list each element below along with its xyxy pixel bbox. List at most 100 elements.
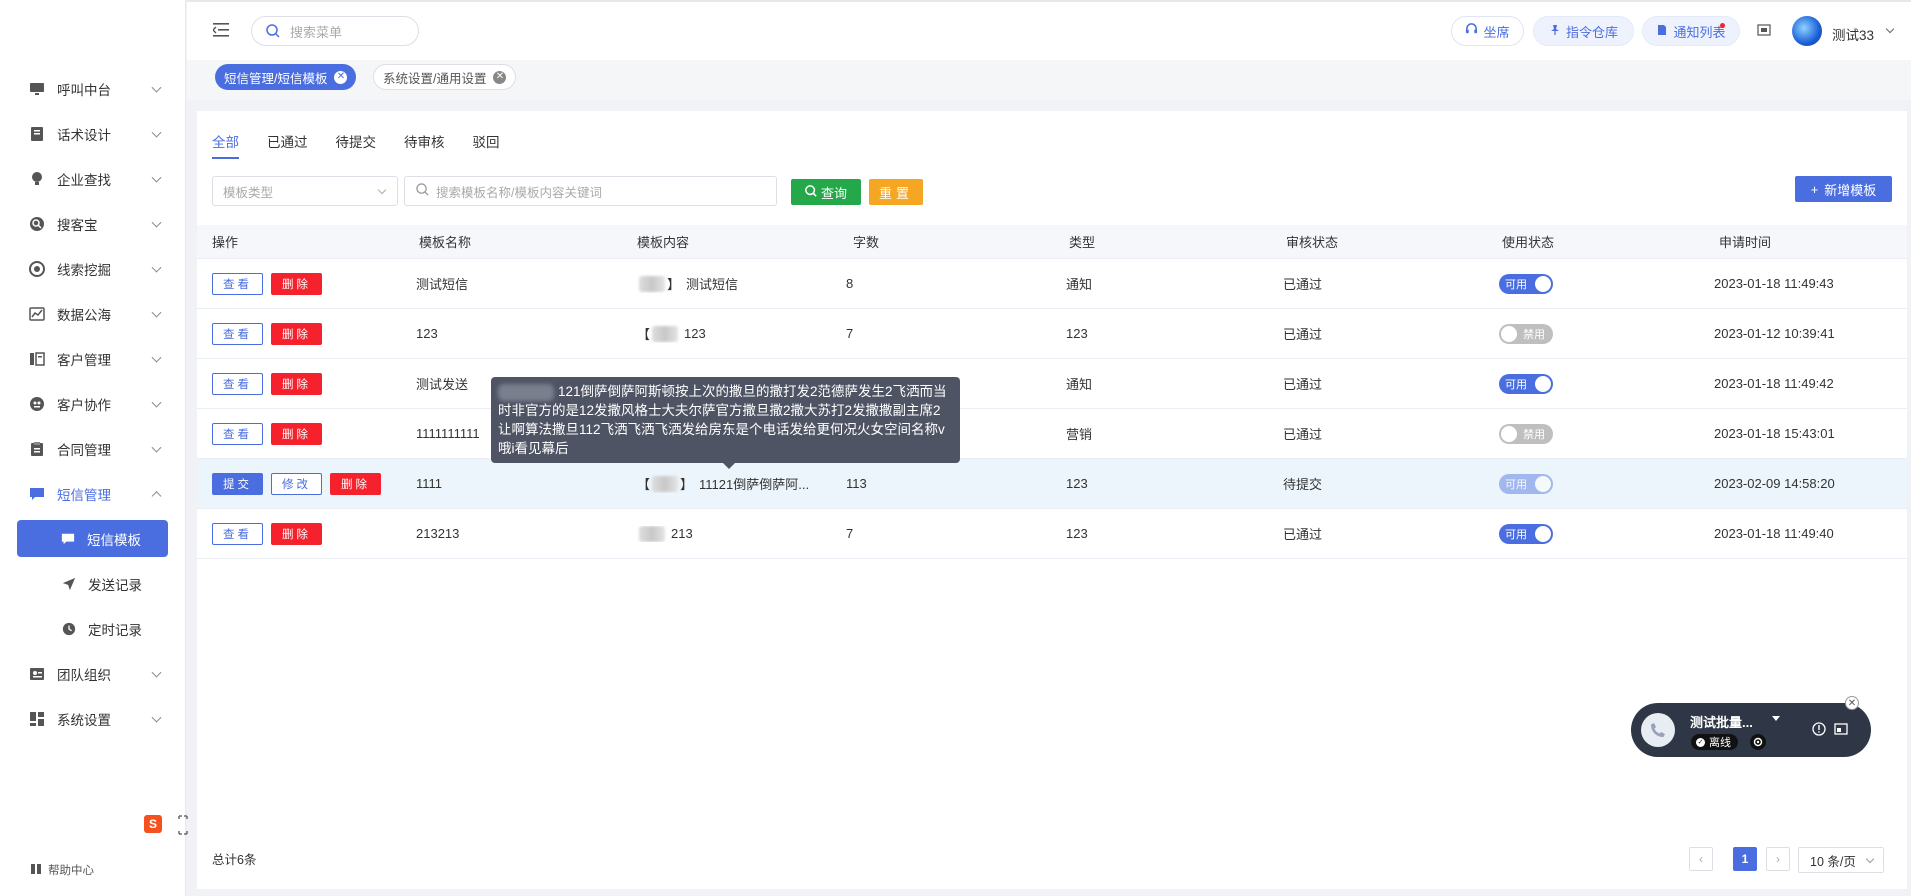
edit-button[interactable]: 修改 [271,472,322,495]
view-button[interactable]: 查看 [212,272,263,295]
close-icon[interactable]: ✕ [493,70,507,84]
usage-status: 禁用 [1487,423,1704,444]
delete-button[interactable]: 删除 [271,372,322,395]
sidebar-item-soukebao[interactable]: 搜客宝 [0,201,186,246]
info-icon[interactable] [1812,722,1826,736]
sidebar-item-sms-mgmt[interactable]: 短信管理 [0,471,186,516]
toggle-label: 可用 [1505,478,1527,491]
close-icon[interactable]: ✕ [1845,696,1859,710]
tab-rejected[interactable]: 驳回 [473,131,500,159]
sidebar-item-customer-mgmt[interactable]: 客户管理 [0,336,186,381]
col-header: 字数 [853,235,880,250]
main-card: 全部 已通过 待提交 待审核 驳回 模板类型 搜索模板名称/模板内容关键词 查询… [197,111,1907,889]
usage-toggle[interactable]: 可用 [1499,523,1553,544]
chevron-down-icon [151,442,162,453]
username[interactable]: 测试33 [1832,24,1874,44]
caret-down-icon[interactable] [1772,716,1780,721]
sidebar-item-label: 搜客宝 [57,217,98,233]
delete-button[interactable]: 删除 [271,522,322,545]
query-button[interactable]: 查询 [791,179,861,205]
status-tabs: 全部 已通过 待提交 待审核 驳回 [212,131,528,159]
audit-status: 待提交 [1283,477,1323,492]
delete-button[interactable]: 删除 [271,322,322,345]
team-icon [29,666,45,682]
table-row: 查看 删除 测试发送 通知 已通过 可用 2023-01-18 11:49:42 [197,359,1907,409]
agent-button[interactable]: 坐席 [1451,16,1524,46]
sidebar-item-system-settings[interactable]: 系统设置 [0,696,186,741]
reset-button[interactable]: 重置 [869,179,923,205]
usage-toggle[interactable]: 可用 [1499,273,1553,294]
delete-button[interactable]: 删除 [330,472,381,495]
submit-button[interactable]: 提交 [212,472,263,495]
chevron-down-icon [151,217,162,228]
close-icon[interactable]: ✕ [334,70,348,84]
sogou-ime-icon[interactable]: S [144,815,162,833]
chevron-down-icon [151,307,162,318]
prev-page-button[interactable]: ‹ [1689,847,1713,871]
sidebar-item-call-center[interactable]: 呼叫中台 [0,66,186,111]
help-center-link[interactable]: 帮助中心 [30,862,94,878]
sidebar-subitem-timed-record[interactable]: 定时记录 [0,606,186,651]
view-button[interactable]: 查看 [212,422,263,445]
tab-approved[interactable]: 已通过 [267,131,308,159]
chevron-down-icon [151,262,162,273]
apply-time: 2023-01-18 11:49:42 [1714,376,1834,391]
usage-toggle[interactable]: 禁用 [1499,323,1553,344]
add-template-button[interactable]: + 新增模板 [1795,176,1892,202]
view-button[interactable]: 查看 [212,522,263,545]
tag-general-settings[interactable]: 系统设置/通用设置 ✕ [373,64,517,90]
sidebar-item-customer-collab[interactable]: 客户协作 [0,381,186,426]
usage-toggle[interactable]: 可用 [1499,373,1553,394]
template-content-cell[interactable]: 】 测试短信 [622,274,838,293]
command-warehouse-label: 指令仓库 [1565,24,1618,40]
sidebar-subitem-sms-template[interactable]: 短信模板 [17,520,168,557]
template-search-input[interactable]: 搜索模板名称/模板内容关键词 [404,176,777,206]
tag-label: 短信管理/短信模板 [224,71,328,86]
template-content-cell[interactable]: 213 [622,525,838,542]
chevron-down-icon [377,185,387,195]
apply-time: 2023-01-18 11:49:43 [1714,276,1834,291]
sidebar-item-label: 短信管理 [57,487,111,503]
delete-button[interactable]: 删除 [271,422,322,445]
sidebar-subitem-send-record[interactable]: 发送记录 [0,561,186,606]
tab-pending-submit[interactable]: 待提交 [336,131,377,159]
gear-icon[interactable] [1750,734,1766,750]
screenshot-icon[interactable] [1757,24,1771,36]
view-button[interactable]: 查看 [212,372,263,395]
phone-line-name[interactable]: 测试批量... [1690,712,1753,731]
menu-search-input[interactable]: 搜索菜单 [251,16,419,46]
sidebar-item-lead-mining[interactable]: 线索挖掘 [0,246,186,291]
sidebar-item-data-pool[interactable]: 数据公海 [0,291,186,336]
word-count: 8 [846,276,854,291]
sidebar-item-company-search[interactable]: 企业查找 [0,156,186,201]
sidebar-item-team-org[interactable]: 团队组织 [0,651,186,696]
tab-pending-review[interactable]: 待审核 [404,131,445,159]
query-label: 查询 [820,185,847,201]
sidebar-item-script-design[interactable]: 话术设计 [0,111,186,156]
template-type-select[interactable]: 模板类型 [212,176,398,206]
avatar[interactable] [1792,16,1822,46]
next-page-button[interactable]: › [1766,847,1790,871]
page-number[interactable]: 1 [1733,847,1757,871]
command-warehouse-button[interactable]: 指令仓库 [1533,16,1634,46]
sidebar-item-contract-mgmt[interactable]: 合同管理 [0,426,186,471]
page-size-select[interactable]: 10 条/页 [1798,847,1884,873]
phone-icon[interactable] [1641,713,1675,747]
tab-all[interactable]: 全部 [212,131,239,159]
delete-button[interactable]: 删除 [271,272,322,295]
col-header: 使用状态 [1502,235,1555,250]
template-content: 213 [671,526,693,541]
menu-collapse-icon[interactable] [212,23,229,37]
view-button[interactable]: 查看 [212,322,263,345]
apply-time: 2023-01-12 10:39:41 [1714,326,1835,341]
notification-list-button[interactable]: 通知列表 [1642,16,1740,46]
tag-sms-template[interactable]: 短信管理/短信模板 ✕ [215,64,357,90]
usage-toggle[interactable]: 禁用 [1499,423,1553,444]
phone-status-badge[interactable]: ✓ 离线 [1691,734,1738,750]
window-icon[interactable] [1834,722,1848,736]
chevron-down-icon[interactable] [1885,24,1895,34]
template-content-cell[interactable]: 【 123 [622,324,838,343]
template-content-cell[interactable]: 【】 11121倒萨倒萨阿... [622,474,838,493]
chevron-down-icon [151,82,162,93]
expand-icon[interactable] [178,815,188,835]
